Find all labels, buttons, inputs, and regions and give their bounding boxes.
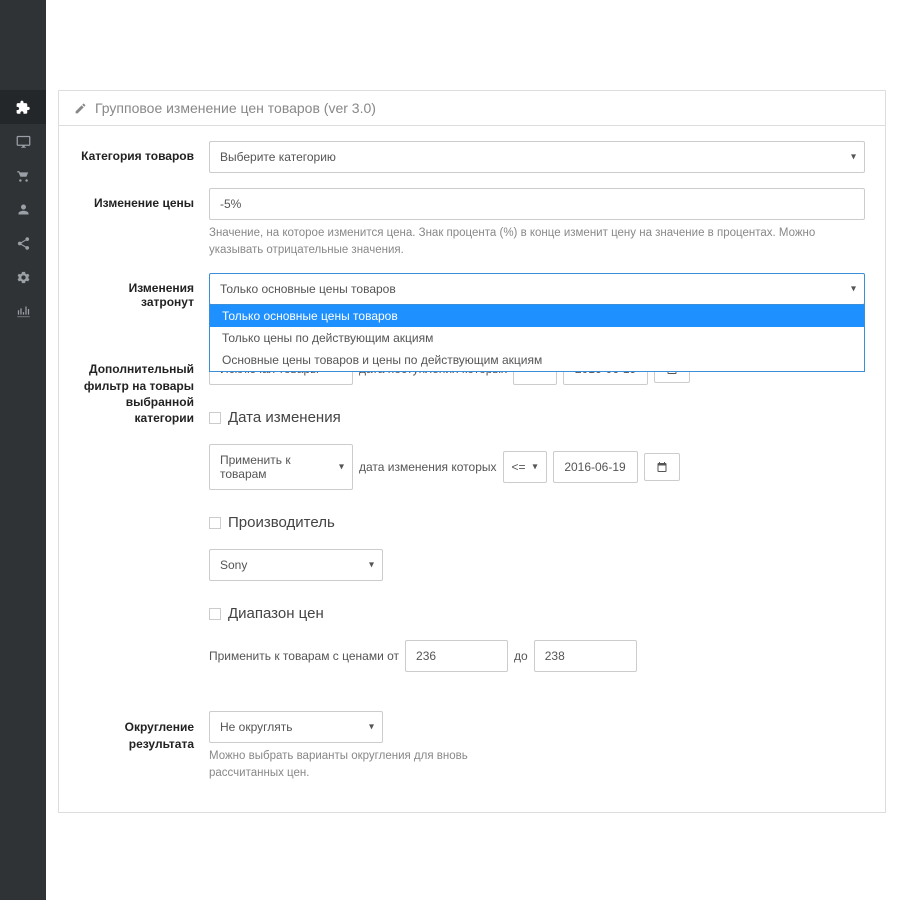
sidebar-item-system[interactable]: [0, 260, 46, 294]
rounding-help: Можно выбрать варианты округления для вн…: [209, 748, 489, 781]
label-filter: Дополнительный фильтр на товары выбранно…: [79, 353, 209, 426]
filter-date-change: Дата изменения Применить к товарам дата …: [209, 409, 865, 490]
sidebar-item-modules[interactable]: [0, 90, 46, 124]
settings-panel: Групповое изменение цен товаров (ver 3.0…: [58, 90, 886, 813]
date-change-date-input[interactable]: [553, 451, 638, 483]
date-change-label: дата изменения которых: [359, 460, 497, 474]
label-affects: Изменения затронут: [79, 273, 209, 309]
row-category: Категория товаров Выберите категорию: [79, 141, 865, 173]
category-select[interactable]: Выберите категорию: [209, 141, 865, 173]
row-affects: Изменения затронут Только основные цены …: [79, 273, 865, 309]
filter-price-range: Диапазон цен Применить к товарам с ценам…: [209, 605, 865, 672]
cart-icon: [16, 168, 31, 183]
user-icon: [16, 202, 31, 217]
main-content: Групповое изменение цен товаров (ver 3.0…: [46, 0, 900, 900]
rounding-select[interactable]: Не округлять: [209, 711, 383, 743]
admin-sidebar: [0, 0, 46, 900]
manufacturer-checkbox[interactable]: [209, 517, 221, 529]
price-change-input[interactable]: [209, 188, 865, 220]
sidebar-item-catalog[interactable]: [0, 124, 46, 158]
price-range-checkbox[interactable]: [209, 608, 221, 620]
affects-select[interactable]: Только основные цены товаров: [209, 273, 865, 305]
label-rounding: Округление результата: [79, 711, 209, 751]
sidebar-item-sales[interactable]: [0, 158, 46, 192]
price-to-label: до: [514, 649, 528, 663]
date-change-title: Дата изменения: [228, 409, 341, 426]
chart-icon: [16, 304, 31, 319]
row-filter: Дополнительный фильтр на товары выбранно…: [79, 353, 865, 696]
price-range-prefix: Применить к товарам с ценами от: [209, 649, 399, 663]
monitor-icon: [16, 134, 31, 149]
calendar-icon: [656, 461, 668, 473]
date-change-checkbox[interactable]: [209, 412, 221, 424]
row-price-change: Изменение цены Значение, на которое изме…: [79, 188, 865, 258]
affects-option-1[interactable]: Только цены по действующим акциям: [210, 327, 864, 349]
filter-manufacturer: Производитель Sony: [209, 514, 865, 581]
panel-header: Групповое изменение цен товаров (ver 3.0…: [59, 91, 885, 126]
sidebar-item-reports[interactable]: [0, 294, 46, 328]
date-change-mode-select[interactable]: Применить к товарам: [209, 444, 353, 490]
share-icon: [16, 236, 31, 251]
price-change-help: Значение, на которое изменится цена. Зна…: [209, 225, 865, 258]
pencil-icon: [74, 102, 87, 115]
date-change-date-button[interactable]: [644, 453, 680, 481]
sidebar-item-customers[interactable]: [0, 192, 46, 226]
price-from-input[interactable]: [405, 640, 508, 672]
affects-option-2[interactable]: Основные цены товаров и цены по действую…: [210, 349, 864, 371]
panel-title: Групповое изменение цен товаров (ver 3.0…: [95, 100, 376, 116]
manufacturer-select[interactable]: Sony: [209, 549, 383, 581]
label-price-change: Изменение цены: [79, 188, 209, 210]
price-range-title: Диапазон цен: [228, 605, 324, 622]
sidebar-item-marketing[interactable]: [0, 226, 46, 260]
affects-option-0[interactable]: Только основные цены товаров: [210, 305, 864, 327]
label-category: Категория товаров: [79, 141, 209, 163]
manufacturer-title: Производитель: [228, 514, 335, 531]
puzzle-icon: [16, 100, 31, 115]
date-change-op-select[interactable]: <=: [503, 451, 547, 483]
gear-icon: [16, 270, 31, 285]
affects-dropdown: Только основные цены товаров Только цены…: [209, 304, 865, 372]
price-to-input[interactable]: [534, 640, 637, 672]
row-rounding: Округление результата Не округлять Можно…: [79, 711, 865, 781]
